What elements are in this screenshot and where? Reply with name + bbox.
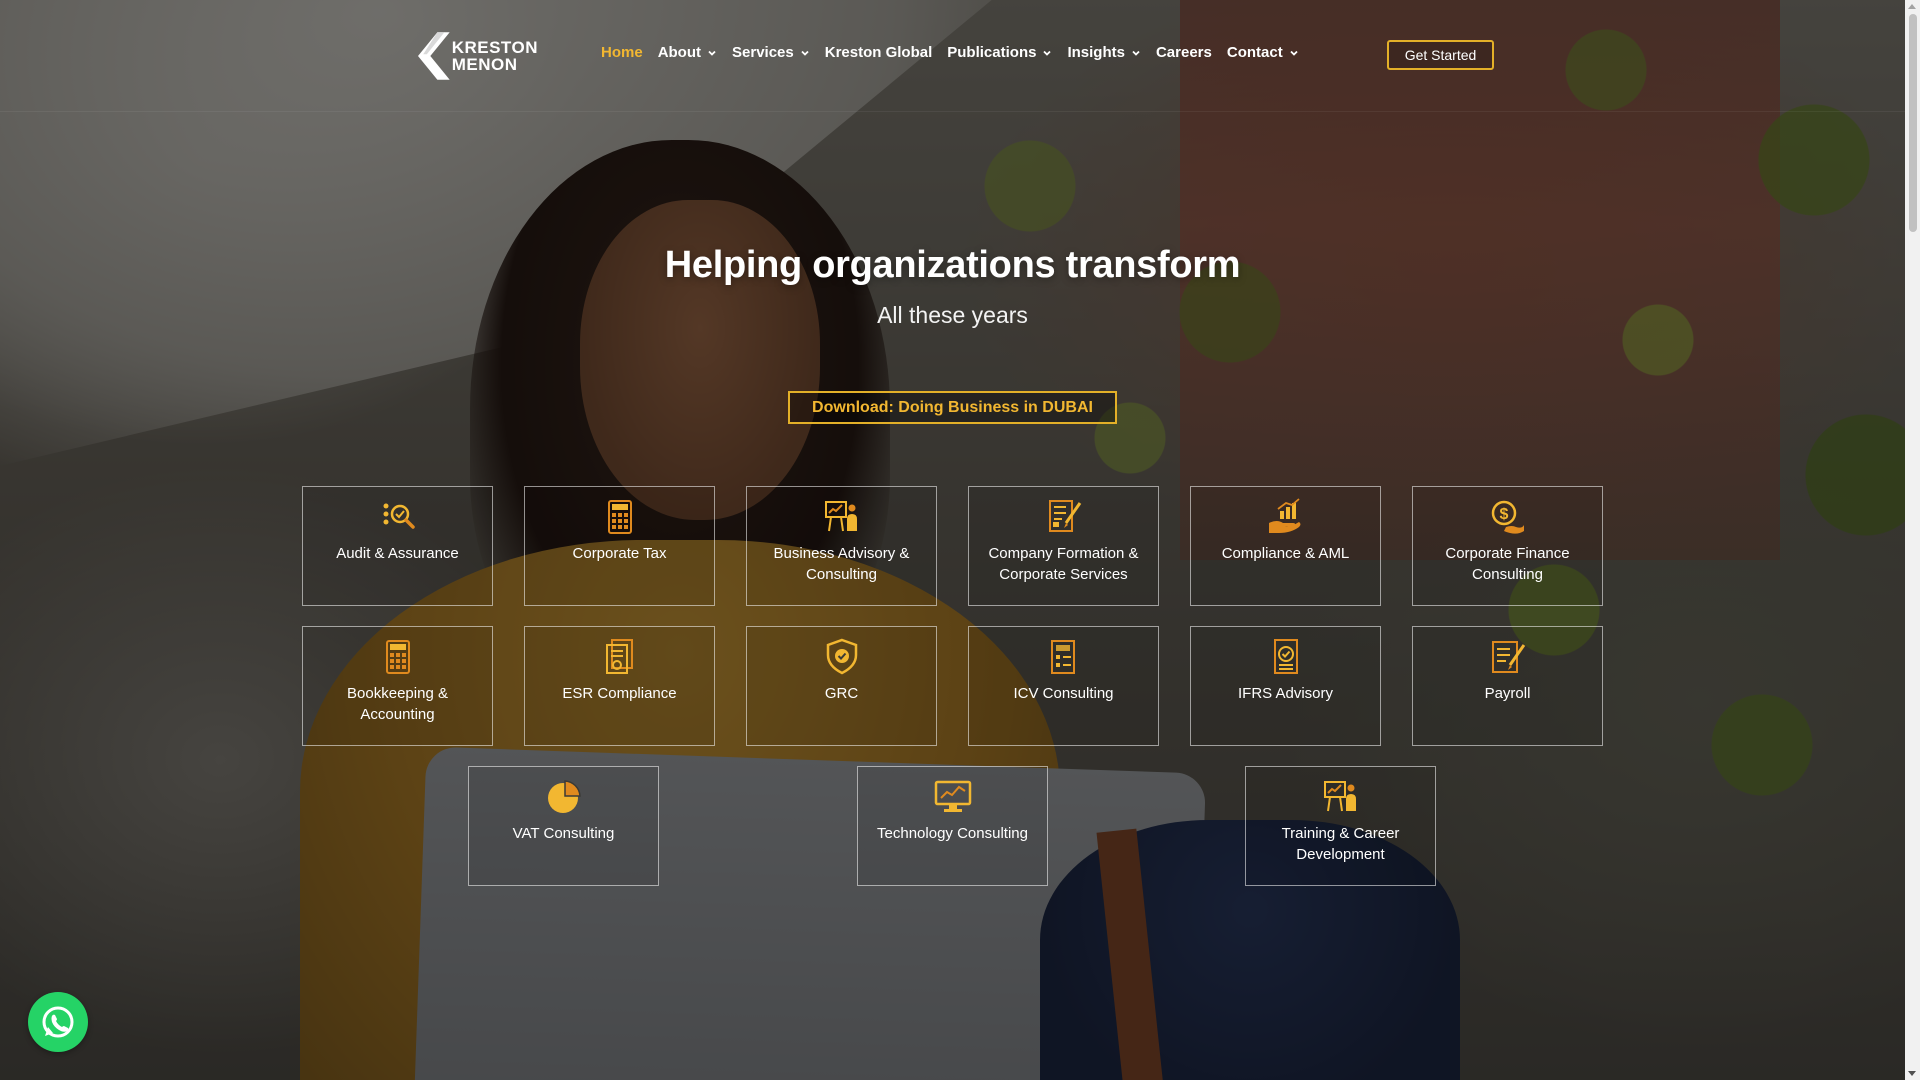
chart-hand-icon (1268, 498, 1300, 533)
scroll-up-arrow-icon[interactable] (1908, 4, 1916, 9)
service-card-payroll[interactable]: Payroll (1412, 626, 1603, 746)
nav-item-label: Publications (947, 44, 1037, 61)
document-edit-icon (1048, 500, 1081, 532)
whatsapp-icon (42, 1006, 74, 1038)
hero-background-image (0, 0, 1920, 1080)
service-card-label: ICV Consulting (1013, 685, 1114, 702)
whatsapp-chat-button[interactable] (28, 992, 88, 1052)
service-card-label: Corporate Finance Consulting (1445, 545, 1570, 583)
nav-item-kreston-global[interactable]: Kreston Global (825, 44, 933, 61)
logo-text: KRESTON MENON (452, 39, 538, 73)
chevron-down-icon (801, 50, 809, 56)
service-card-label: Bookkeeping & Accounting (347, 685, 448, 723)
hero-title: Helping organizations transform (664, 244, 1241, 286)
service-card-vat-consulting[interactable]: VAT Consulting (468, 766, 659, 886)
nav-item-label: About (657, 44, 702, 61)
service-card-label: Compliance & AML (1221, 545, 1350, 562)
scroll-down-arrow-icon[interactable] (1908, 1071, 1916, 1076)
service-card-esr-compliance[interactable]: ESR Compliance (524, 626, 715, 746)
nav-item-label: Contact (1226, 44, 1283, 61)
document-pen-icon (1491, 641, 1525, 673)
report-document-icon (605, 639, 633, 674)
chevron-down-icon (1132, 50, 1140, 56)
service-card-icv-consulting[interactable]: ICV Consulting (968, 626, 1159, 746)
chevron-down-icon (1290, 50, 1298, 56)
get-started-button[interactable]: Get Started (1387, 40, 1494, 70)
monitor-icon (934, 780, 971, 812)
dollar-coin-icon: $ (1491, 500, 1524, 534)
checklist-icon (1273, 639, 1298, 674)
nav-item-insights[interactable]: Insights (1067, 44, 1141, 61)
shield-check-icon (826, 638, 857, 675)
nav-item-services[interactable]: Services (732, 44, 810, 61)
svg-text:$: $ (1499, 506, 1508, 523)
chevron-down-icon (708, 50, 716, 56)
service-card-company-formation-and-corporate-services[interactable]: Company Formation & Corporate Services (968, 486, 1159, 606)
service-card-corporate-tax[interactable]: Corporate Tax (524, 486, 715, 606)
service-card-bookkeeping-and-accounting[interactable]: Bookkeeping & Accounting (302, 626, 493, 746)
logo-line-2: MENON (451, 55, 518, 74)
scroll-thumb[interactable] (1909, 14, 1917, 232)
audit-search-icon (383, 503, 415, 529)
main-nav: Home About Services Kreston Global Publicati… (601, 44, 1314, 61)
pie-chart-icon (547, 780, 581, 813)
service-card-grc[interactable]: GRC (746, 626, 937, 746)
service-card-label: Payroll (1484, 685, 1531, 702)
service-card-ifrs-advisory[interactable]: IFRS Advisory (1190, 626, 1381, 746)
download-doing-business-button[interactable]: Download: Doing Business in DUBAI (788, 391, 1117, 424)
service-card-training-and-career-development[interactable]: Training & Career Development (1245, 766, 1436, 886)
nav-item-label: Kreston Global (824, 44, 933, 61)
service-card-audit-and-assurance[interactable]: Audit & Assurance (302, 486, 493, 606)
nav-item-label: Careers (1155, 44, 1212, 61)
calculator-icon (385, 640, 410, 674)
hero-subtitle: All these years (877, 302, 1028, 328)
service-card-label: ESR Compliance (562, 685, 677, 702)
site-header: KRESTON MENON Home About Services Kreston G… (0, 0, 1905, 112)
logo-line-1: KRESTON (451, 38, 538, 57)
presentation-icon (824, 501, 857, 532)
service-card-label: Business Advisory & Consulting (773, 545, 910, 583)
service-card-label: IFRS Advisory (1237, 685, 1334, 702)
service-card-label: VAT Consulting (512, 825, 615, 842)
logo-chevron-icon (418, 32, 450, 80)
nav-item-label: Services (732, 44, 794, 61)
service-card-label: Corporate Tax (572, 545, 667, 562)
service-card-corporate-finance-consulting[interactable]: $ Corporate Finance Consulting (1412, 486, 1603, 606)
service-card-compliance-and-aml[interactable]: Compliance & AML (1190, 486, 1381, 606)
nav-item-contact[interactable]: Contact (1227, 44, 1299, 61)
nav-item-careers[interactable]: Careers (1156, 44, 1212, 61)
checklist-document-icon (1050, 640, 1075, 674)
service-card-business-advisory-and-consulting[interactable]: Business Advisory & Consulting (746, 486, 937, 606)
kreston-menon-logo[interactable]: KRESTON MENON (418, 29, 538, 83)
presentation-icon (1323, 781, 1356, 812)
service-card-label: GRC (824, 685, 859, 702)
calculator-icon (607, 500, 632, 534)
nav-item-home[interactable]: Home (601, 44, 643, 61)
nav-item-publications[interactable]: Publications (947, 44, 1052, 61)
service-card-label: Training & Career Development (1281, 825, 1400, 863)
page-scrollbar[interactable] (1905, 0, 1920, 1080)
nav-item-label: Insights (1067, 44, 1125, 61)
service-card-technology-consulting[interactable]: Technology Consulting (857, 766, 1048, 886)
service-card-label: Audit & Assurance (336, 545, 459, 562)
service-card-label: Technology Consulting (877, 825, 1028, 842)
nav-item-label: Home (601, 44, 643, 61)
service-card-label: Company Formation & Corporate Services (988, 545, 1139, 583)
chevron-down-icon (1043, 50, 1052, 56)
nav-item-about[interactable]: About (658, 44, 717, 61)
